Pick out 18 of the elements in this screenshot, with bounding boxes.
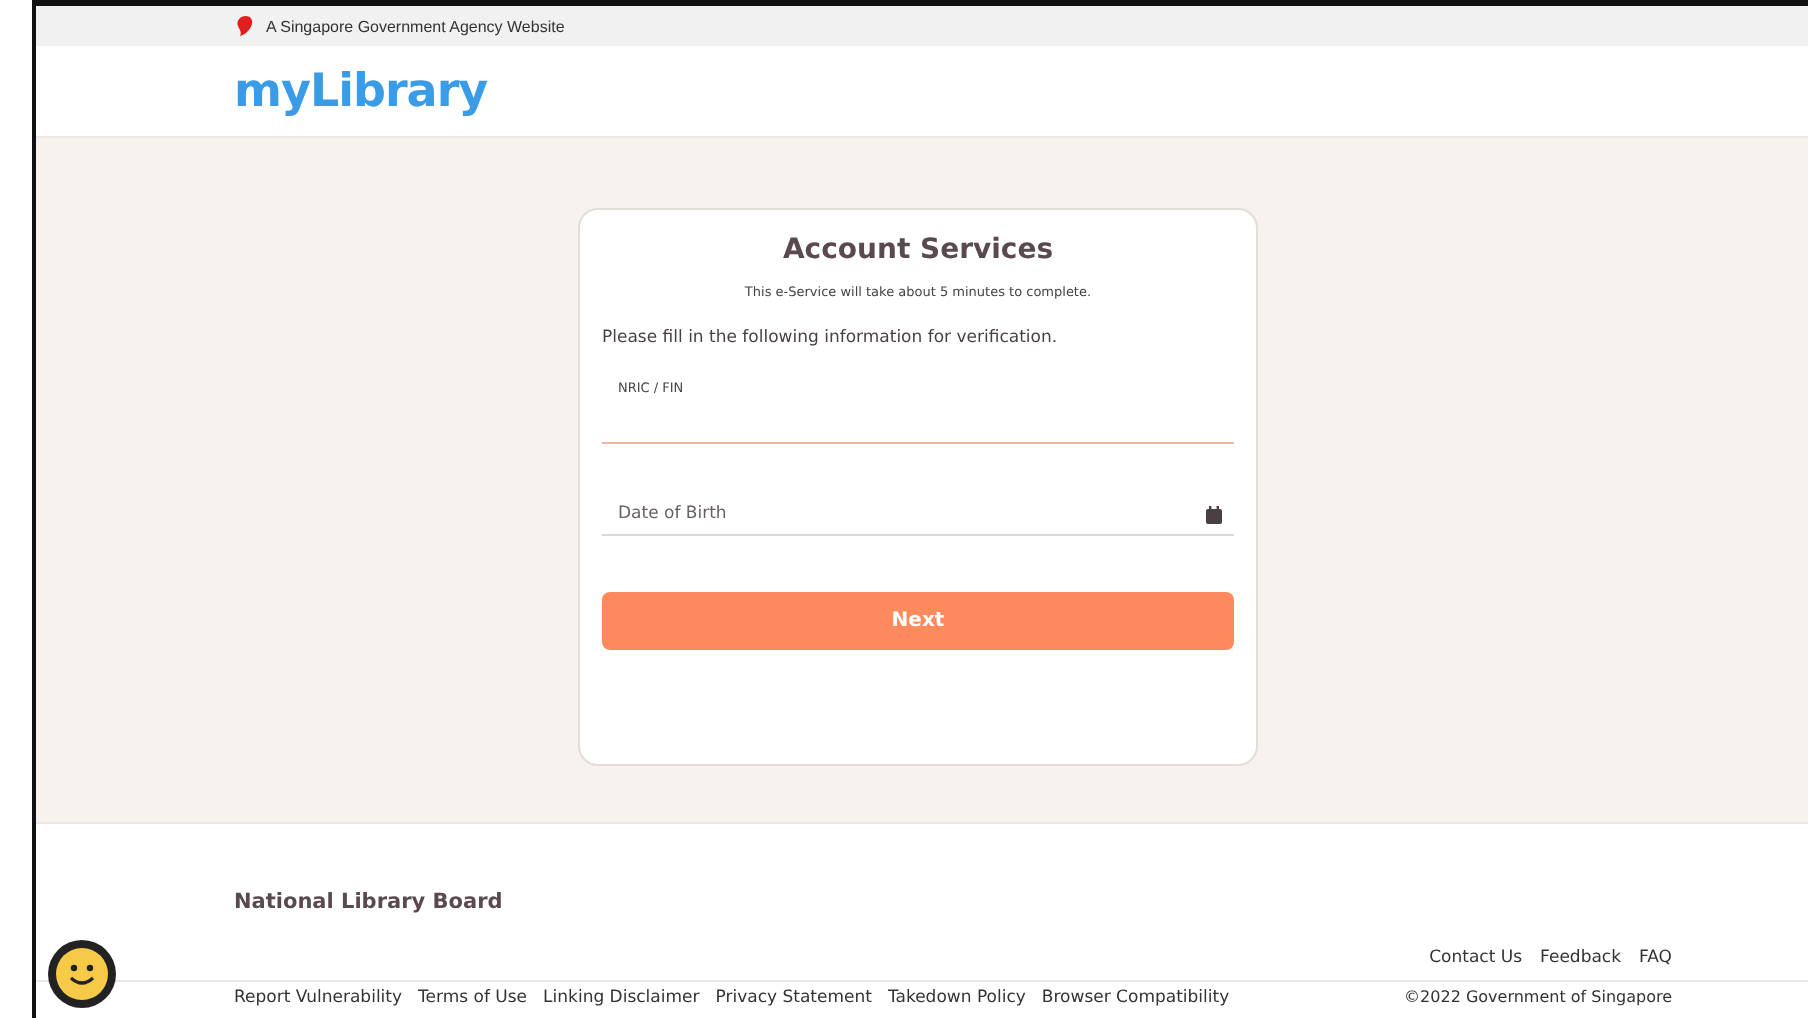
organisation-name: National Library Board bbox=[234, 890, 505, 914]
footer-link[interactable]: Feedback bbox=[1540, 948, 1622, 968]
government-agency-text: A Singapore Government Agency Website bbox=[266, 17, 565, 35]
date-input-field[interactable]: Date of Birth bbox=[602, 494, 1234, 536]
calendar-icon[interactable] bbox=[1206, 505, 1222, 523]
instruction-text: Please fill in the following information for verification. bbox=[602, 328, 1060, 348]
chat-bot-button[interactable] bbox=[48, 940, 116, 1008]
copyright-text: ©2022 Government of Singapore bbox=[1404, 988, 1672, 1008]
footer-link[interactable]: Contact Us bbox=[1429, 948, 1523, 968]
footer-link[interactable]: Terms of Use bbox=[418, 988, 528, 1008]
footer-link[interactable]: Privacy Statement bbox=[715, 988, 872, 1008]
smiley-face-icon bbox=[56, 948, 108, 1000]
footer-link[interactable]: Linking Disclaimer bbox=[543, 988, 700, 1008]
footer-link[interactable]: Report Vulnerability bbox=[234, 988, 403, 1008]
footer-link[interactable]: Browser Compatibility bbox=[1041, 988, 1230, 1008]
card-title: Account Services bbox=[780, 234, 1056, 266]
footer-link[interactable]: Takedown Policy bbox=[887, 988, 1026, 1008]
footer-link[interactable]: FAQ bbox=[1639, 948, 1672, 968]
